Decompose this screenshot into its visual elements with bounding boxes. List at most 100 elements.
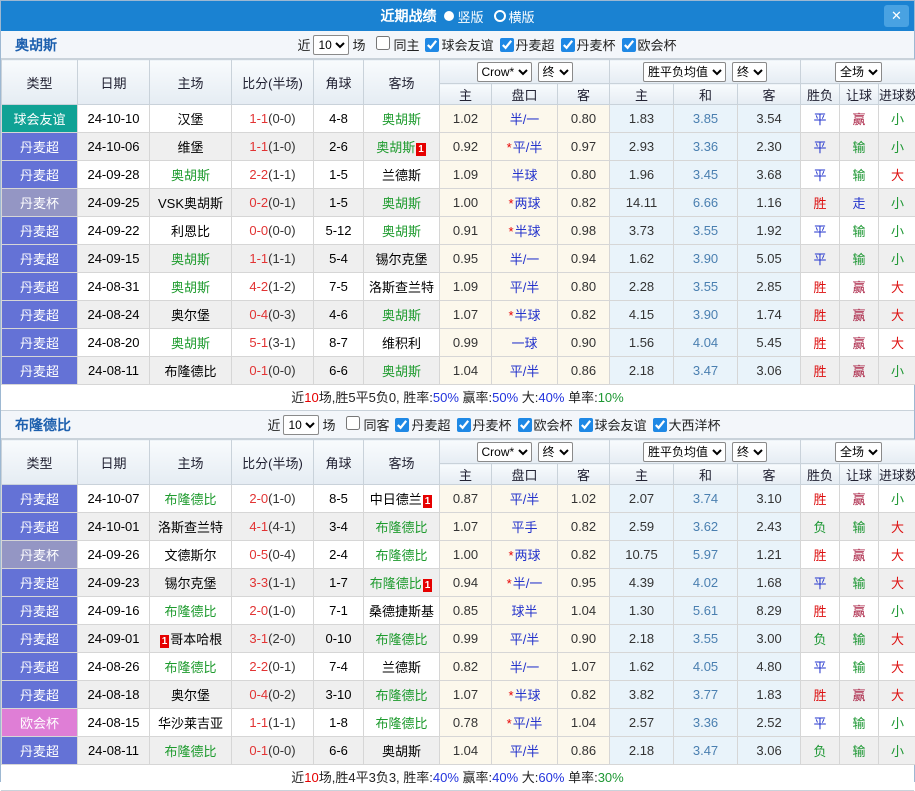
final-select[interactable]: 终 — [538, 62, 573, 82]
avg-header-cell: 胜平负均值终 — [610, 440, 801, 464]
date-cell: 24-09-01 — [78, 625, 150, 653]
match-row: 丹麦超24-09-011哥本哈根3-1(2-0)0-10布隆德比0.99平/半0… — [2, 625, 915, 653]
away-team-cell: 奥胡斯 — [364, 301, 440, 329]
radio-horizontal-icon[interactable] — [494, 10, 506, 22]
home-team-cell: 布隆德比 — [150, 653, 232, 681]
handicap-cell: *两球 — [492, 541, 558, 569]
away-odds-cell: 0.80 — [558, 273, 610, 301]
avg-select[interactable]: 胜平负均值 — [643, 442, 726, 462]
away-team-cell: 布隆德比 — [364, 709, 440, 737]
corner-cell: 1-8 — [314, 709, 364, 737]
same-home-filter[interactable]: 同主 — [368, 35, 419, 54]
goals-result-cell: 大 — [879, 513, 915, 541]
team-name: 奥胡斯 — [382, 224, 421, 239]
league-filter-球会友谊[interactable]: 球会友谊 — [425, 35, 493, 54]
company-select[interactable]: Crow* — [477, 442, 532, 462]
handicap-cell: 一球 — [492, 329, 558, 357]
away-team-cell: 奥胡斯 — [364, 357, 440, 385]
league-filter-丹麦杯[interactable]: 丹麦杯 — [457, 415, 512, 434]
handicap-cell: 平/半 — [492, 625, 558, 653]
away-odds-cell: 0.80 — [558, 161, 610, 189]
company-select[interactable]: Crow* — [477, 62, 532, 82]
away-team-cell: 兰德斯 — [364, 161, 440, 189]
team-name: 奥胡斯 — [376, 140, 415, 155]
team-name: 奥胡斯 — [382, 308, 421, 323]
handicap-result-cell: 输 — [840, 625, 879, 653]
final-select[interactable]: 终 — [538, 442, 573, 462]
date-cell: 24-08-24 — [78, 301, 150, 329]
match-count-select[interactable]: 10 — [283, 415, 319, 435]
team-name: 布隆德比 — [164, 492, 216, 507]
radio-horizontal-label[interactable]: 横版 — [509, 7, 535, 26]
league-checkbox[interactable] — [395, 418, 409, 432]
avg-draw-cell: 3.47 — [674, 357, 738, 385]
avg-away-cell: 8.29 — [738, 597, 801, 625]
summary-text: 单率: — [564, 770, 597, 785]
radio-vertical-label[interactable]: 竖版 — [457, 7, 483, 26]
final-select-2[interactable]: 终 — [732, 442, 767, 462]
match-row: 丹麦超24-09-28奥胡斯2-2(1-1)1-5兰德斯1.09半球0.801.… — [2, 161, 915, 189]
team-name: 布隆德比 — [164, 604, 216, 619]
result-cell: 负 — [801, 625, 840, 653]
sub-header-handicap: 盘口 — [492, 464, 558, 485]
final-select-2[interactable]: 终 — [732, 62, 767, 82]
sub-header-handicap-result: 让球 — [840, 84, 879, 105]
home-odds-cell: 0.91 — [440, 217, 492, 245]
same-away-filter[interactable]: 同客 — [338, 415, 389, 434]
avg-draw-cell: 3.47 — [674, 737, 738, 765]
match-row: 丹麦超24-08-20奥胡斯5-1(3-1)8-7维积利0.99一球0.901.… — [2, 329, 915, 357]
league-filter-球会友谊[interactable]: 球会友谊 — [579, 415, 647, 434]
goals-result-cell: 小 — [879, 737, 915, 765]
radio-vertical-selected-icon[interactable] — [444, 11, 454, 21]
league-checkbox[interactable] — [457, 418, 471, 432]
handicap-result-cell: 赢 — [840, 597, 879, 625]
goals-result-cell: 小 — [879, 597, 915, 625]
team-name: 维积利 — [382, 336, 421, 351]
corner-cell: 7-4 — [314, 653, 364, 681]
corner-cell: 6-6 — [314, 737, 364, 765]
avg-select[interactable]: 胜平负均值 — [643, 62, 726, 82]
league-checkbox[interactable] — [518, 418, 532, 432]
col-header-away: 客场 — [364, 440, 440, 485]
score-cell: 0-1(0-0) — [232, 357, 314, 385]
away-odds-cell: 0.97 — [558, 133, 610, 161]
avg-draw-cell: 3.62 — [674, 513, 738, 541]
match-count-select[interactable]: 10 — [313, 35, 349, 55]
league-filter-丹麦超[interactable]: 丹麦超 — [395, 415, 450, 434]
league-checkbox[interactable] — [425, 38, 439, 52]
league-checkbox[interactable] — [653, 418, 667, 432]
goals-result-cell: 大 — [879, 301, 915, 329]
league-filter-丹麦超[interactable]: 丹麦超 — [500, 35, 555, 54]
result-cell: 胜 — [801, 189, 840, 217]
team-name: 布隆德比 — [164, 364, 216, 379]
away-odds-cell: 0.82 — [558, 681, 610, 709]
home-odds-cell: 1.07 — [440, 301, 492, 329]
league-filter-欧会杯[interactable]: 欧会杯 — [622, 35, 677, 54]
scope-select[interactable]: 全场 — [835, 442, 882, 462]
scope-select[interactable]: 全场 — [835, 62, 882, 82]
league-checkbox[interactable] — [622, 38, 636, 52]
close-icon[interactable]: ✕ — [884, 5, 909, 27]
score-cell: 1-1(1-1) — [232, 709, 314, 737]
date-cell: 24-08-15 — [78, 709, 150, 737]
summary-text: 单率: — [564, 390, 597, 405]
same-away-checkbox[interactable] — [346, 416, 360, 430]
league-filter-欧会杯[interactable]: 欧会杯 — [518, 415, 573, 434]
league-checkbox[interactable] — [579, 418, 593, 432]
sub-header-result: 胜负 — [801, 84, 840, 105]
summary-text: 50% — [433, 390, 459, 405]
same-home-checkbox[interactable] — [376, 36, 390, 50]
league-filter-丹麦杯[interactable]: 丹麦杯 — [561, 35, 616, 54]
avg-draw-cell: 3.90 — [674, 245, 738, 273]
league-filter-大西洋杯[interactable]: 大西洋杯 — [653, 415, 721, 434]
home-team-cell: 文德斯尔 — [150, 541, 232, 569]
team-name: 奥胡斯 — [171, 336, 210, 351]
goals-result-cell: 小 — [879, 485, 915, 513]
handicap-result-cell: 走 — [840, 189, 879, 217]
league-checkbox[interactable] — [500, 38, 514, 52]
handicap-result-cell: 赢 — [840, 681, 879, 709]
team-name: 哥本哈根 — [170, 632, 222, 647]
goals-result-cell: 小 — [879, 709, 915, 737]
league-checkbox[interactable] — [561, 38, 575, 52]
avg-home-cell: 1.30 — [610, 597, 674, 625]
